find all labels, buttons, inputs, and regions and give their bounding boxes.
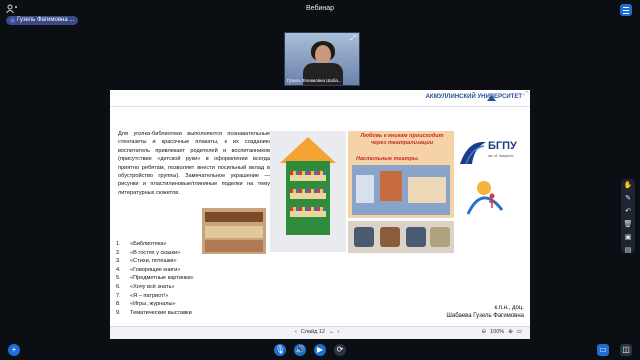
theatre-photo: Любовь к книгам происходит через театрал… [348,131,454,218]
volume-icon[interactable]: 🔊 [294,344,306,356]
corner-list: 1. «Библиотека» 2. «В гостях у сказки» 3. «… [116,240,286,317]
bottom-bar: + 🎙 🔊 ▶ ⟳ ▭ ◫ [0,340,640,360]
webcam-name-label: Гузель Фагимовна Шаба... [287,78,342,83]
camera-icon[interactable]: ▶ [314,344,326,356]
list-item: 7. «Я – патриот!» [116,292,169,299]
photo-caption-1: Любовь к книгам происходит через театрал… [360,133,444,146]
table-theatre-photo [348,221,454,253]
zoom-out-button[interactable]: ⊖ [482,329,487,335]
list-item: 4. «Говорящие книги» [116,266,181,273]
whiteboard-icon[interactable]: ▣ [625,233,632,242]
photo-caption-2: Настольные театры. [356,156,420,162]
slide-header: АКМУЛЛИНСКИЙ УНИВЕРСИТЕТ ⤢ [110,90,530,107]
presenter-chip[interactable]: Гузель Фагимовна ... [6,16,79,25]
share-icon[interactable]: ⟳ [334,344,346,356]
list-item: 9. Тематические выставки [116,309,192,316]
top-bar: Гузель Фагимовна ... Вебинар [0,0,640,30]
slide-controls: ‹ Слайд 12 ⌄ › ⊖ 100% ⊕ ▭ [110,326,530,339]
annotation-toolbar: ✋ ✎ ↶ 🗑 ▣ ▤ [621,179,635,255]
list-item: 5. «Предметные картинки» [116,275,194,282]
list-item: 6. «Хочу всё знать» [116,283,175,290]
fit-screen-button[interactable]: ▭ [517,329,522,335]
bgpu-logo-text: БГПУ [488,140,517,152]
zoom-in-button[interactable]: ⊕ [508,329,513,335]
list-item: 1. «Библиотека» [116,241,167,247]
layout-tool-icon[interactable]: ▤ [625,246,632,255]
pencil-tool-icon[interactable]: ✎ [625,194,631,203]
kids-logo-icon [466,181,504,215]
plus-icon[interactable]: + [8,344,20,356]
author-name: Шабаева Гузель Фагимовна [446,313,524,319]
hand-tool-icon[interactable]: ✋ [624,181,633,190]
slide-dropdown-icon[interactable]: ⌄ [329,329,334,335]
menu-icon[interactable] [620,4,632,16]
bgpu-logo-sub: им. М. Акмуллы [488,154,514,158]
list-item: 2. «В гостях у сказки» [116,249,181,256]
university-name: АКМУЛЛИНСКИЙ УНИВЕРСИТЕТ [425,94,522,100]
list-item: 8. «Игры, журналы» [116,301,176,308]
presenter-chip-label: Гузель Фагимовна ... [17,17,75,23]
participant-face [315,45,331,65]
author-degree: к.п.н., доц. [494,305,524,311]
expand-icon[interactable]: ⤢ [350,35,356,43]
slide-expand-icon[interactable]: ⤢ [523,91,528,98]
webcam-tile[interactable]: ⤢ Гузель Фагимовна Шаба... [284,32,360,86]
delete-icon[interactable]: 🗑 [624,220,633,229]
slide-number-label[interactable]: Слайд 12 [301,329,325,335]
page-title: Вебинар [305,5,335,12]
author-block: к.п.н., доц. Шабаева Гузель Фагимовна [446,304,524,320]
list-item: 3. «Стихи, потешки» [116,258,177,265]
slide-body-text: Для уголка-библиотеки выполняются познав… [118,131,270,196]
avatar [10,18,15,23]
microphone-icon[interactable]: 🎙 [274,344,286,356]
presentation-icon[interactable]: ▭ [597,344,609,356]
presentation-slide: АКМУЛЛИНСКИЙ УНИВЕРСИТЕТ ⤢ Для уголка-би… [110,90,530,326]
next-slide-button[interactable]: › [338,329,340,335]
prev-slide-button[interactable]: ‹ [295,329,297,335]
layout-icon[interactable]: ◫ [620,344,632,356]
undo-icon[interactable]: ↶ [625,207,631,216]
book-house-photo [270,131,346,252]
zoom-value: 100% [490,329,505,335]
